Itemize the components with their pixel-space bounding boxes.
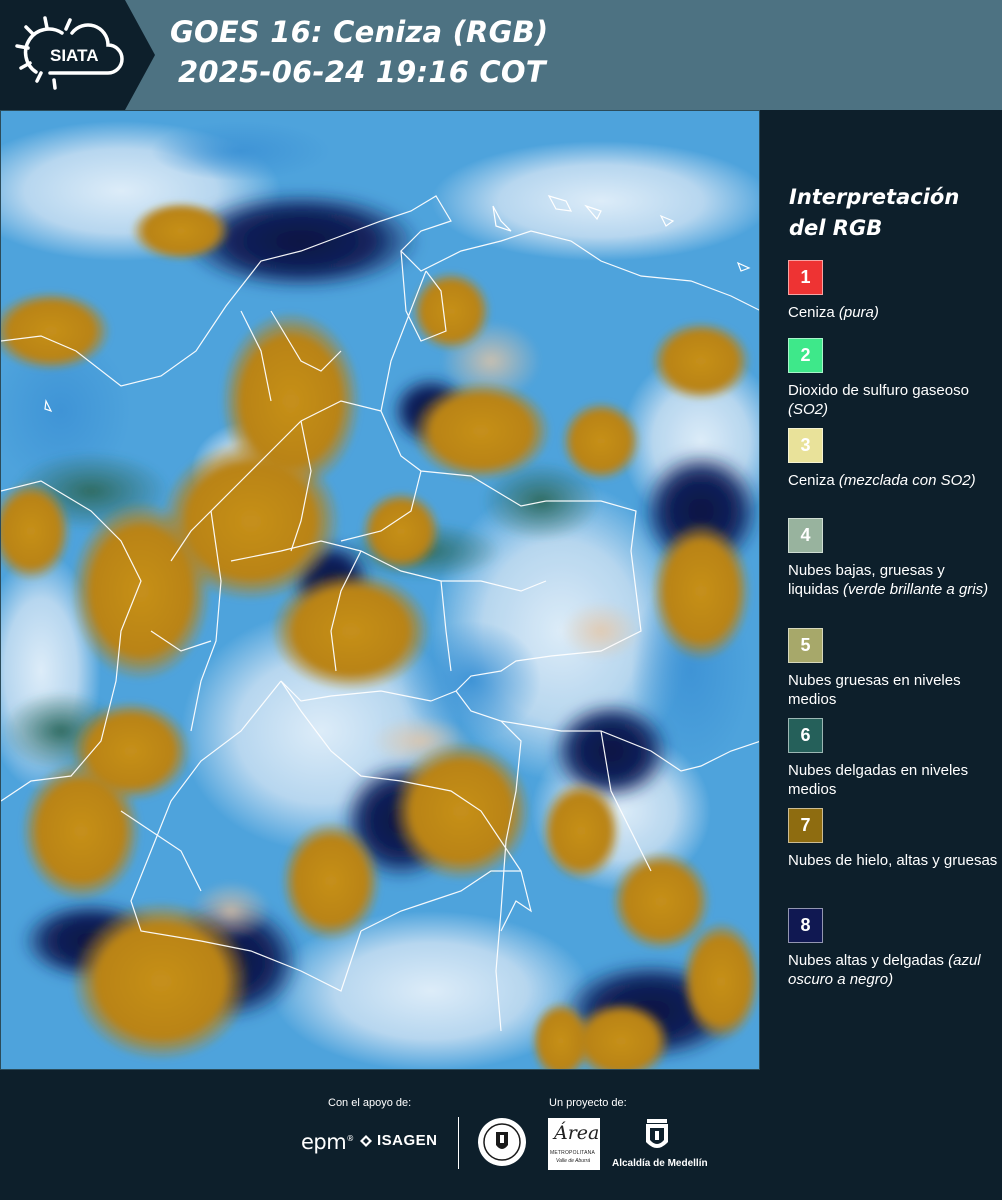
legend-swatch: 2 [788, 338, 823, 373]
legend-swatch: 5 [788, 628, 823, 663]
legend-item-text: Nubes gruesas en niveles medios [788, 671, 998, 709]
legend-item-label: Nubes de hielo, altas y gruesas [788, 852, 998, 869]
legend-item-5: 5 Nubes gruesas en niveles medios [788, 628, 998, 709]
legend-item-2: 2 Dioxido de sulfuro gaseoso (SO2) [788, 338, 998, 419]
legend-item-label: Ceniza [788, 304, 835, 321]
legend-title-line2: del RGB [789, 216, 883, 240]
legend-item-label: Nubes altas y delgadas [788, 952, 944, 969]
isagen-logo[interactable]: ISAGEN [358, 1132, 438, 1149]
legend-swatch: 4 [788, 518, 823, 553]
legend-item-text: Nubes bajas, gruesas y liquidas (verde b… [788, 561, 998, 599]
isagen-text: ISAGEN [377, 1132, 438, 1149]
medellin-crest-icon[interactable] [644, 1118, 670, 1156]
satellite-image[interactable] [0, 110, 760, 1070]
legend-item-3: 3 Ceniza (mezclada con SO2) [788, 428, 998, 490]
legend-panel: Interpretación del RGB 1 Ceniza (pura) 2 Di… [760, 110, 1002, 1070]
footer-divider [458, 1117, 459, 1169]
timestamp: 2025-06-24 19:16 COT [178, 55, 546, 89]
legend-item-text: Nubes delgadas en niveles medios [788, 761, 998, 799]
siata-logo[interactable]: SIATA [0, 0, 155, 110]
legend-item-label: Dioxido de sulfuro gaseoso [788, 382, 969, 399]
legend-item-note: (pura) [838, 304, 879, 321]
legend-item-1: 1 Ceniza (pura) [788, 260, 998, 322]
legend-item-note: (SO2) [788, 401, 829, 418]
legend-swatch: 1 [788, 260, 823, 295]
epm-logo[interactable]: epm® [301, 1130, 354, 1154]
legend-swatch: 6 [788, 718, 823, 753]
legend-item-text: Ceniza (mezclada con SO2) [788, 471, 998, 490]
legend-title: Interpretación del RGB [789, 182, 989, 244]
isagen-leaf-icon [360, 1134, 372, 1147]
university-seal-icon[interactable] [477, 1117, 527, 1167]
legend-item-note: (verde brillante a gris) [843, 581, 989, 598]
area-sub2-text: Valle de Aburrá [556, 1158, 591, 1164]
legend-item-text: Ceniza (pura) [788, 303, 998, 322]
legend-item-text: Nubes de hielo, altas y gruesas [788, 851, 998, 870]
legend-item-6: 6 Nubes delgadas en niveles medios [788, 718, 998, 799]
legend-swatch: 8 [788, 908, 823, 943]
legend-swatch: 7 [788, 808, 823, 843]
legend-title-line1: Interpretación [789, 185, 960, 209]
project-label: Un proyecto de: [549, 1097, 627, 1109]
area-script-text: Área [554, 1122, 600, 1144]
legend-item-label: Nubes delgadas en niveles medios [788, 762, 969, 798]
legend-item-text: Nubes altas y delgadas (azul oscuro a ne… [788, 951, 998, 989]
legend-item-text: Dioxido de sulfuro gaseoso (SO2) [788, 381, 998, 419]
legend-item-note: (mezclada con SO2) [838, 472, 976, 489]
logo-text: SIATA [50, 46, 98, 65]
header-bar: SIATA GOES 16: Ceniza (RGB) 2025-06-24 1… [0, 0, 1002, 110]
epm-trademark: ® [346, 1134, 354, 1143]
footer-sponsors: Con el apoyo de: Un proyecto de: epm® IS… [0, 1070, 1002, 1200]
medellin-label: Alcaldía de Medellín [612, 1158, 708, 1169]
ash-rgb-map [1, 111, 759, 1069]
legend-item-8: 8 Nubes altas y delgadas (azul oscuro a n… [788, 908, 998, 989]
area-metropolitana-logo[interactable]: Área METROPOLITANA Valle de Aburrá [548, 1118, 600, 1170]
page-title: GOES 16: Ceniza (RGB) [170, 15, 549, 49]
legend-item-label: Ceniza [788, 472, 835, 489]
legend-item-4: 4 Nubes bajas, gruesas y liquidas (verde … [788, 518, 998, 599]
epm-text: epm [301, 1130, 347, 1154]
legend-item-7: 7 Nubes de hielo, altas y gruesas [788, 808, 998, 870]
legend-item-label: Nubes gruesas en niveles medios [788, 672, 961, 708]
area-sub1-text: METROPOLITANA [550, 1150, 596, 1156]
support-label: Con el apoyo de: [328, 1097, 412, 1109]
legend-swatch: 3 [788, 428, 823, 463]
